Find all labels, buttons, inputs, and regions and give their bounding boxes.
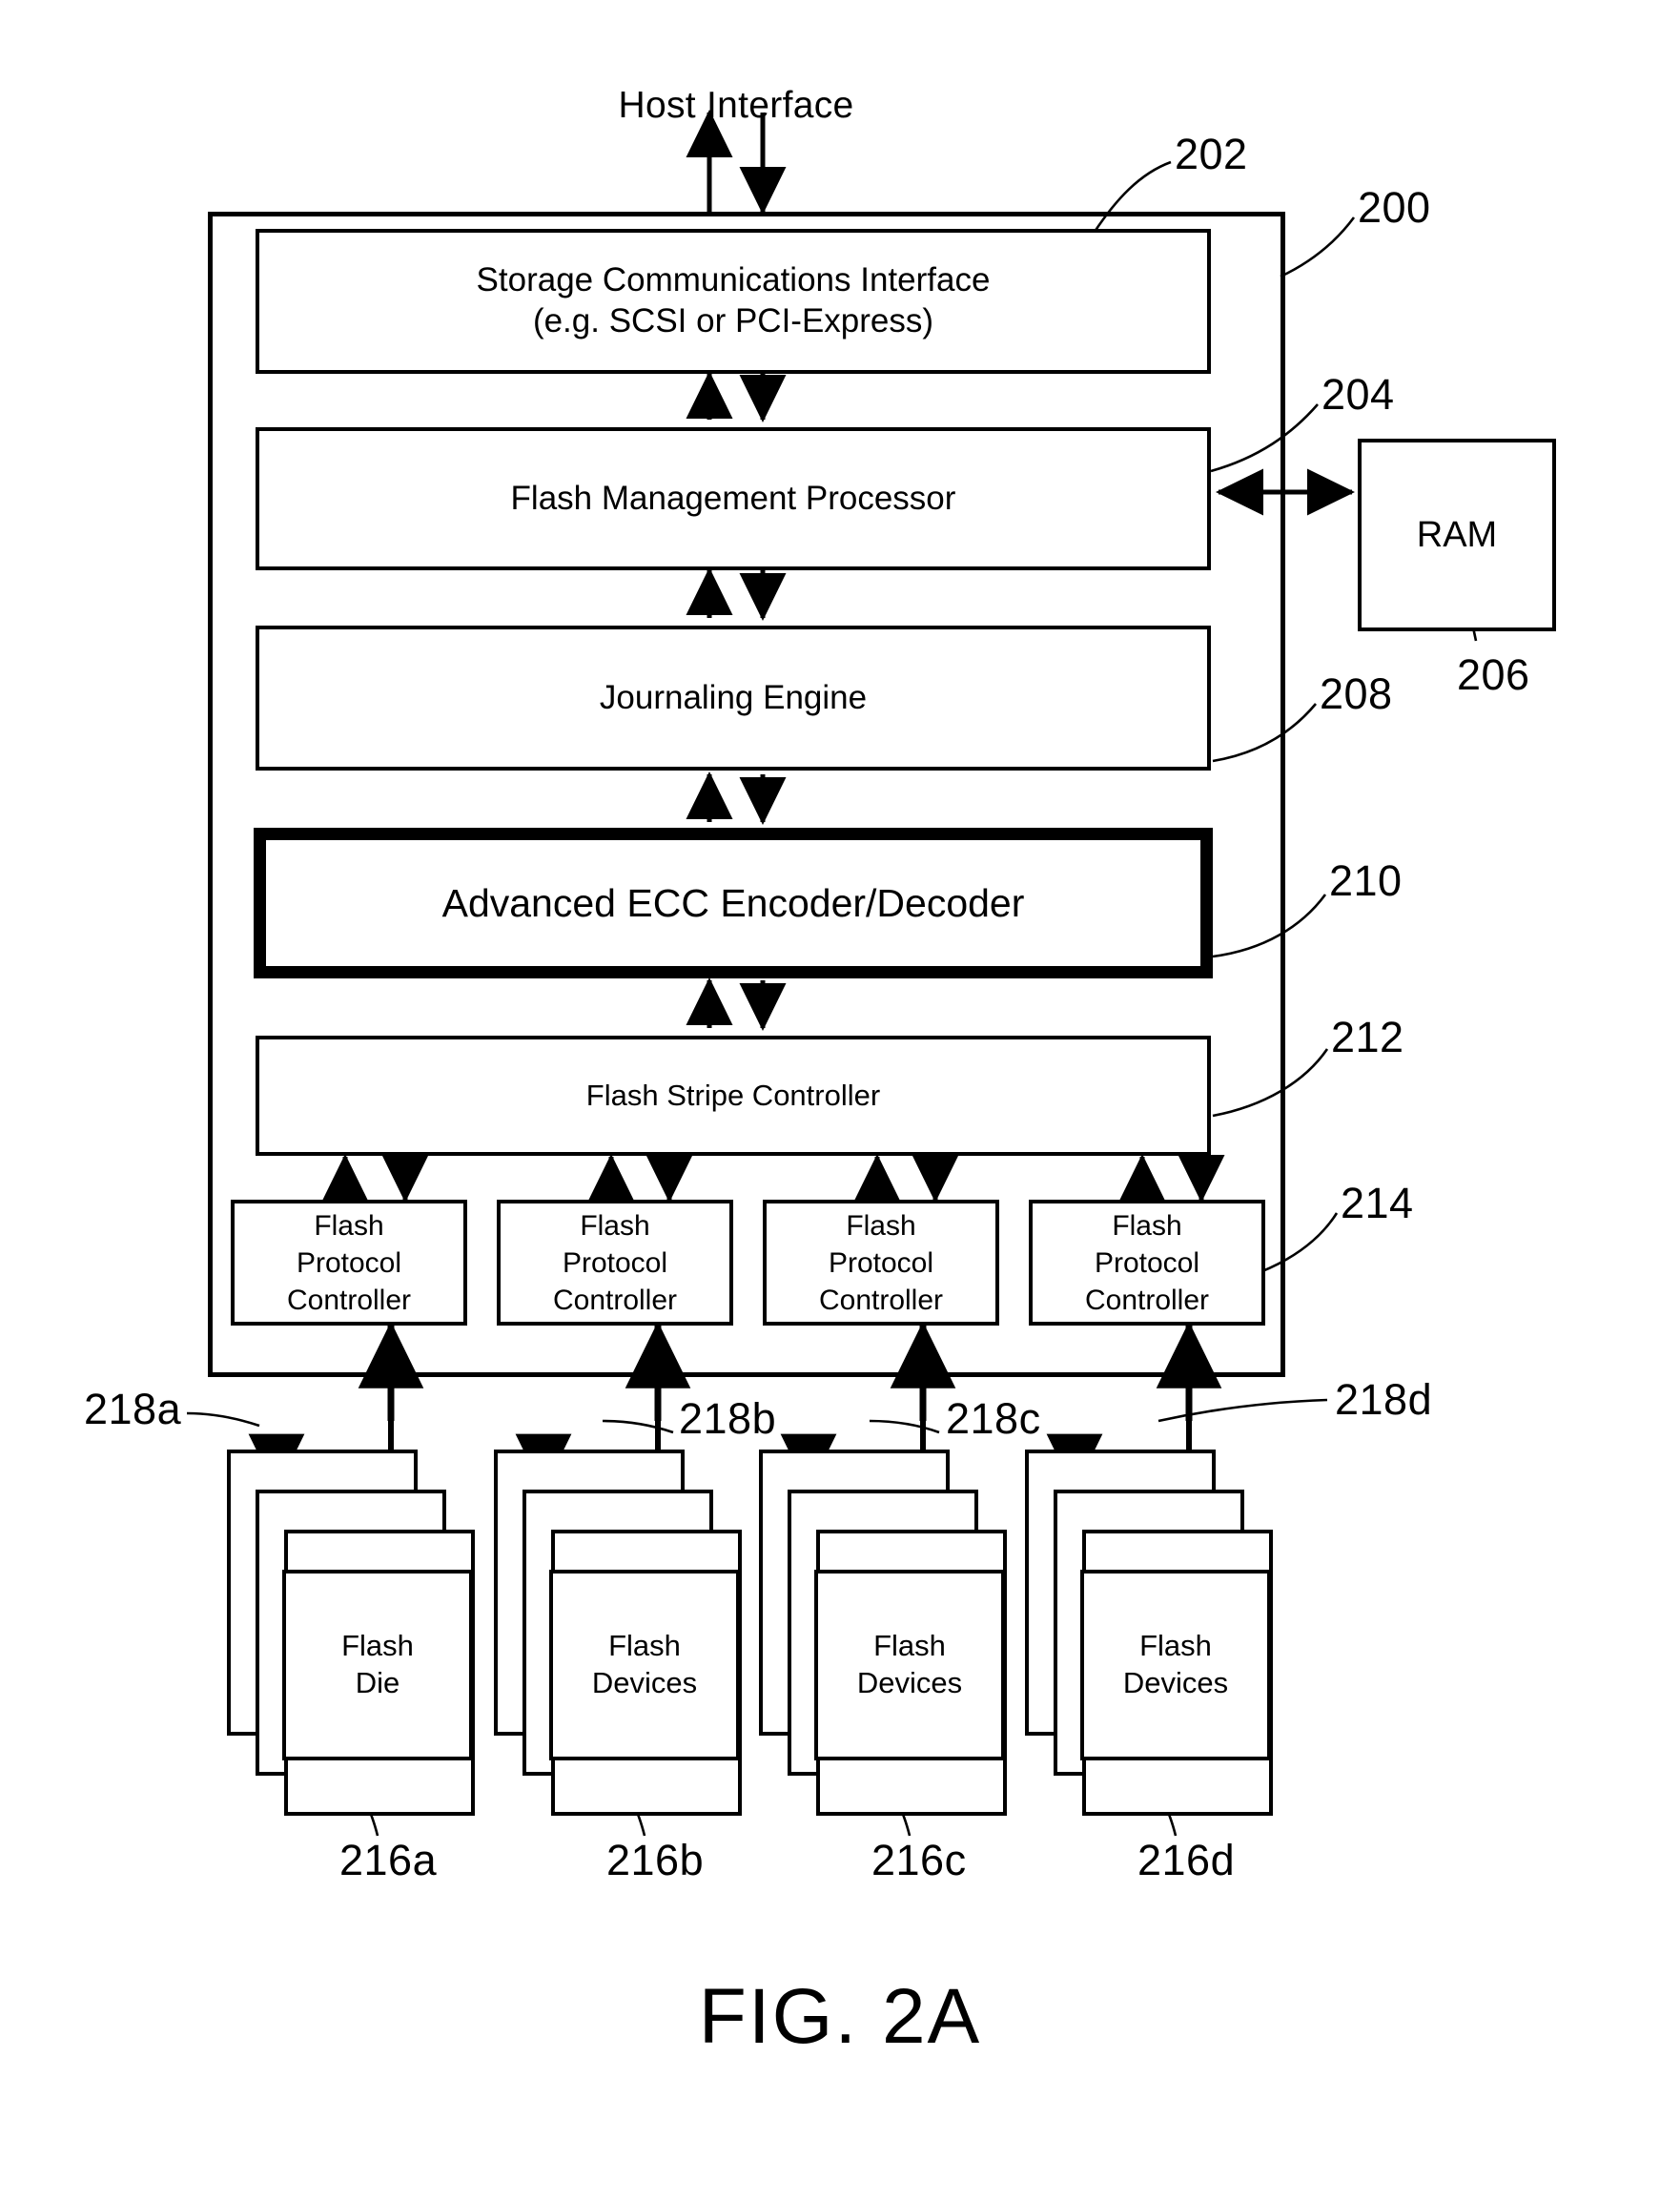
journaling-engine-block: Journaling Engine	[256, 626, 1211, 771]
fpc1-line1: Flash	[314, 1209, 384, 1242]
storage-comm-line1: Storage Communications Interface	[476, 261, 991, 299]
ref-212: 212	[1331, 1013, 1404, 1061]
ref-204: 204	[1321, 370, 1395, 419]
ref-200: 200	[1358, 183, 1431, 232]
ram-label: RAM	[1416, 514, 1498, 555]
flash-stack-4-line2: Devices	[1122, 1666, 1229, 1699]
journaling-engine-label: Journaling Engine	[599, 678, 868, 716]
fpc4-line1: Flash	[1112, 1209, 1182, 1242]
flash-protocol-controller-4: Flash Protocol Controller	[1029, 1200, 1265, 1326]
fpc1-line3: Controller	[286, 1284, 412, 1316]
ref-214: 214	[1341, 1179, 1414, 1227]
fpc2-line3: Controller	[552, 1284, 678, 1316]
ref-206: 206	[1457, 650, 1530, 699]
flash-stack-2-line1: Flash	[608, 1629, 681, 1663]
fpc3-line1: Flash	[846, 1209, 916, 1242]
ref-202: 202	[1175, 130, 1248, 178]
ram-block: RAM	[1358, 439, 1556, 631]
flash-stripe-controller-block: Flash Stripe Controller	[256, 1036, 1211, 1156]
fpc4-line2: Protocol	[1094, 1246, 1200, 1279]
flash-stack-3-line2: Devices	[856, 1666, 963, 1699]
ref-216d: 216d	[1137, 1836, 1236, 1884]
advanced-ecc-encoder-decoder-block: Advanced ECC Encoder/Decoder	[254, 828, 1213, 978]
ref-218c: 218c	[946, 1394, 1041, 1443]
flash-stack-2-line2: Devices	[591, 1666, 698, 1699]
fpc3-line3: Controller	[818, 1284, 944, 1316]
flash-stack-4-front: Flash Devices	[1080, 1570, 1271, 1760]
fpc3-line2: Protocol	[828, 1246, 934, 1279]
flash-protocol-controller-3: Flash Protocol Controller	[763, 1200, 999, 1326]
ref-216b: 216b	[606, 1836, 705, 1884]
ref-216a: 216a	[339, 1836, 438, 1884]
host-interface-label: Host Interface	[618, 85, 854, 126]
flash-stack-1-front: Flash Die	[282, 1570, 473, 1760]
flash-management-processor-label: Flash Management Processor	[510, 479, 956, 517]
flash-stack-3-front: Flash Devices	[814, 1570, 1005, 1760]
figure-caption: FIG. 2A	[698, 1973, 982, 2060]
ref-208: 208	[1320, 669, 1393, 718]
ref-210: 210	[1329, 856, 1403, 905]
flash-stack-4-line1: Flash	[1139, 1629, 1212, 1663]
flash-stack-3-line1: Flash	[873, 1629, 946, 1663]
patent-figure-page: Host Interface Storage Communications In…	[0, 0, 1680, 2201]
fpc1-line2: Protocol	[296, 1246, 402, 1279]
ref-218a: 218a	[84, 1385, 182, 1433]
flash-stack-2-front: Flash Devices	[549, 1570, 740, 1760]
fpc4-line3: Controller	[1084, 1284, 1210, 1316]
flash-management-processor-block: Flash Management Processor	[256, 427, 1211, 570]
ref-218d: 218d	[1335, 1375, 1433, 1424]
flash-protocol-controller-1: Flash Protocol Controller	[231, 1200, 467, 1326]
flash-stripe-controller-label: Flash Stripe Controller	[585, 1079, 881, 1113]
storage-communications-interface-block: Storage Communications Interface (e.g. S…	[256, 229, 1211, 374]
flash-stack-1-line2: Die	[355, 1666, 400, 1699]
ref-216c: 216c	[871, 1836, 967, 1884]
flash-stack-1-line1: Flash	[341, 1629, 414, 1663]
ref-218b: 218b	[679, 1394, 777, 1443]
fpc2-line2: Protocol	[562, 1246, 668, 1279]
fpc2-line1: Flash	[580, 1209, 650, 1242]
storage-comm-line2: (e.g. SCSI or PCI-Express)	[532, 302, 934, 339]
flash-protocol-controller-2: Flash Protocol Controller	[497, 1200, 733, 1326]
advanced-ecc-label: Advanced ECC Encoder/Decoder	[441, 880, 1025, 925]
